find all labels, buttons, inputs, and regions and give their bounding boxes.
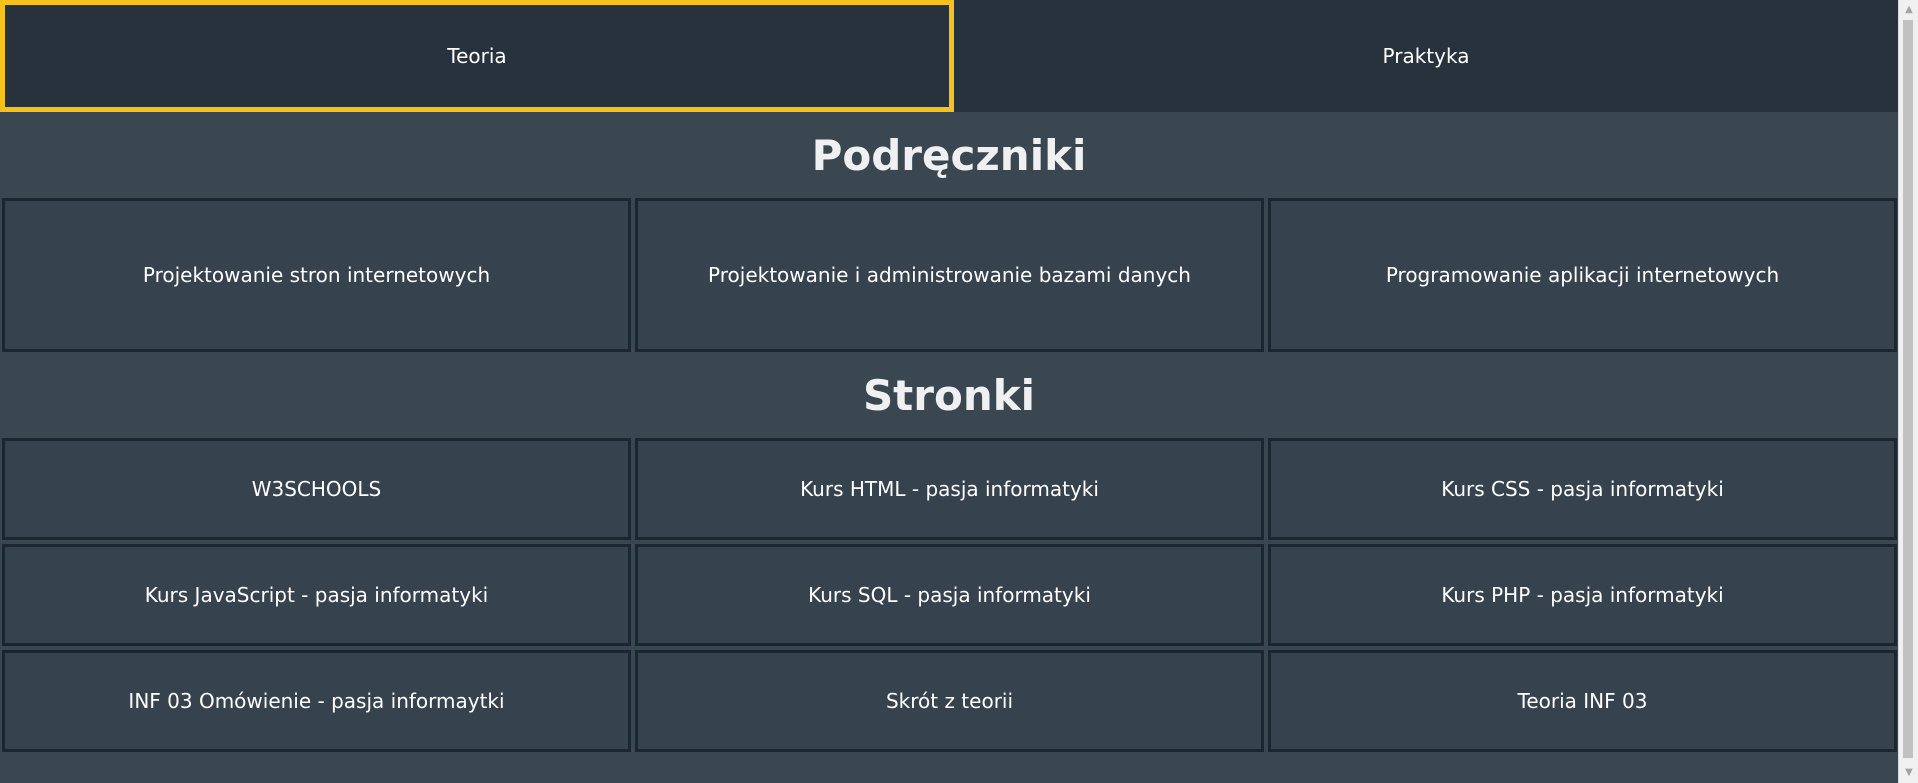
card-kurs-html[interactable]: Kurs HTML - pasja informatyki <box>635 438 1264 540</box>
scroll-down-button[interactable]: ▼ <box>1899 764 1918 782</box>
tab-praktyka-label: Praktyka <box>1382 44 1470 68</box>
vertical-scrollbar[interactable]: ▲ ▼ <box>1898 0 1918 783</box>
section-title-podreczniki: Podręczniki <box>811 131 1087 180</box>
stronki-grid: W3SCHOOLS Kurs HTML - pasja informatyki … <box>2 438 1897 752</box>
main-content: Teoria Praktyka Podręczniki Projektowani… <box>0 0 1898 783</box>
tab-praktyka[interactable]: Praktyka <box>954 0 1898 112</box>
card-bazy-danych[interactable]: Projektowanie i administrowanie bazami d… <box>635 198 1264 352</box>
podreczniki-grid: Projektowanie stron internetowych Projek… <box>2 198 1897 352</box>
triangle-down-icon: ▼ <box>1905 767 1913 778</box>
card-aplikacje-internetowe[interactable]: Programowanie aplikacji internetowych <box>1268 198 1897 352</box>
card-kurs-css[interactable]: Kurs CSS - pasja informatyki <box>1268 438 1897 540</box>
card-kurs-javascript[interactable]: Kurs JavaScript - pasja informatyki <box>2 544 631 646</box>
triangle-up-icon: ▲ <box>1905 4 1913 15</box>
tab-teoria-label: Teoria <box>447 44 507 68</box>
top-nav: Teoria Praktyka <box>0 0 1898 112</box>
section-title-stronki: Stronki <box>862 371 1036 420</box>
scroll-up-button[interactable]: ▲ <box>1899 1 1918 19</box>
tab-teoria[interactable]: Teoria <box>0 0 954 112</box>
card-skrot-z-teorii[interactable]: Skrót z teorii <box>635 650 1264 752</box>
card-teoria-inf03[interactable]: Teoria INF 03 <box>1268 650 1897 752</box>
card-kurs-sql[interactable]: Kurs SQL - pasja informatyki <box>635 544 1264 646</box>
scroll-thumb[interactable] <box>1903 20 1913 758</box>
card-w3schools[interactable]: W3SCHOOLS <box>2 438 631 540</box>
card-projektowanie-stron[interactable]: Projektowanie stron internetowych <box>2 198 631 352</box>
card-inf03-omowienie[interactable]: INF 03 Omówienie - pasja informaytki <box>2 650 631 752</box>
card-kurs-php[interactable]: Kurs PHP - pasja informatyki <box>1268 544 1897 646</box>
page: Teoria Praktyka Podręczniki Projektowani… <box>0 0 1918 783</box>
